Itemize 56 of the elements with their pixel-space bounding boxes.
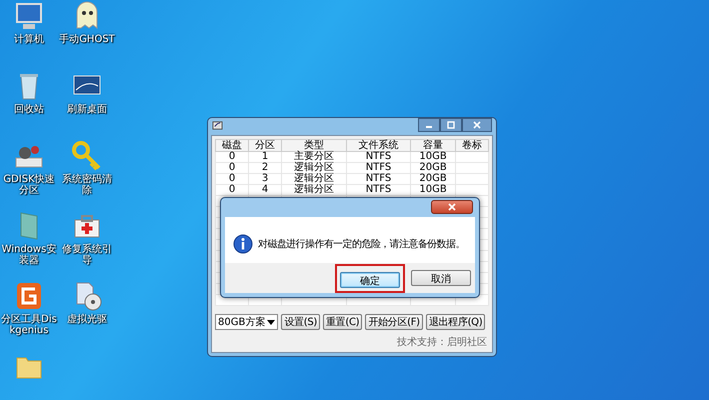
table-cell: 4 (248, 184, 282, 196)
column-header: 卷标 (455, 140, 488, 152)
column-header: 分区 (248, 140, 282, 152)
table-cell: 10GB (410, 184, 456, 196)
desktop-icon-label[interactable]: 虚拟光驱 (58, 314, 116, 325)
table-cell: 2 (248, 162, 282, 174)
close-button[interactable] (462, 118, 492, 132)
column-header: 容量 (410, 140, 456, 152)
footer-text: 技术支持：启明社区 (396, 336, 488, 350)
column-header: 类型 (282, 140, 346, 152)
close-icon (472, 121, 482, 129)
table-cell: 0 (216, 184, 249, 196)
scheme-dropdown[interactable]: 80GB方案 (215, 314, 278, 330)
column-header: 文件系统 (346, 140, 411, 152)
table-cell: 0 (216, 174, 249, 184)
table-cell: NTFS (346, 184, 411, 196)
cancel-button[interactable]: 取消 (411, 270, 471, 286)
desktop-icon-label[interactable]: 系统密码清除 (58, 174, 116, 196)
maximize-icon (446, 121, 456, 129)
close-icon (447, 203, 457, 211)
table-cell: 1 (248, 152, 282, 162)
table-cell: NTFS (346, 162, 411, 174)
table-cell: 主要分区 (282, 152, 346, 162)
column-header: 磁盘 (216, 140, 249, 152)
table-cell: 0 (216, 162, 249, 174)
action-button[interactable]: 开始分区(F) (365, 314, 423, 330)
action-button[interactable]: 设置(S) (281, 314, 320, 330)
table-cell: 逻辑分区 (282, 162, 346, 174)
desktop-icon-label[interactable]: 修复系统引导 (58, 244, 116, 266)
table-cell: 逻辑分区 (282, 184, 346, 196)
info-icon (233, 234, 253, 254)
desktop-icon-label[interactable]: Windows安装器 (0, 244, 58, 266)
table-cell: 20GB (410, 162, 456, 174)
computer-icon[interactable] (13, 0, 45, 32)
app-icon (212, 120, 223, 130)
table-cell: 0 (216, 152, 249, 162)
desktop-icon-label[interactable]: 回收站 (0, 104, 58, 115)
ok-button[interactable]: 确定 (340, 272, 400, 288)
close-button[interactable] (431, 200, 473, 214)
table-cell: NTFS (346, 174, 411, 184)
dialog-message: 对磁盘进行操作有一定的危险，请注意备份数据。 (258, 238, 465, 251)
action-button[interactable]: 重置(C) (323, 314, 362, 330)
table-cell: 10GB (410, 152, 456, 162)
caret-icon (267, 320, 276, 324)
minimize-button[interactable] (418, 118, 440, 132)
desktop-icon-label[interactable]: 分区工具Diskgenius (0, 314, 58, 336)
desktop-icon-label[interactable]: GDISK快速分区 (0, 174, 58, 196)
table-cell: 3 (248, 174, 282, 184)
action-button[interactable]: 退出程序(Q) (426, 314, 486, 330)
table-cell: 逻辑分区 (282, 174, 346, 184)
table-cell: 20GB (410, 174, 456, 184)
maximize-button[interactable] (440, 118, 462, 132)
table-cell: NTFS (346, 152, 411, 162)
desktop-icon-label[interactable]: 手动GHOST (58, 34, 116, 45)
desktop-icon-label[interactable]: 计算机 (0, 34, 58, 45)
desktop-icon-label[interactable]: 刷新桌面 (58, 104, 116, 115)
